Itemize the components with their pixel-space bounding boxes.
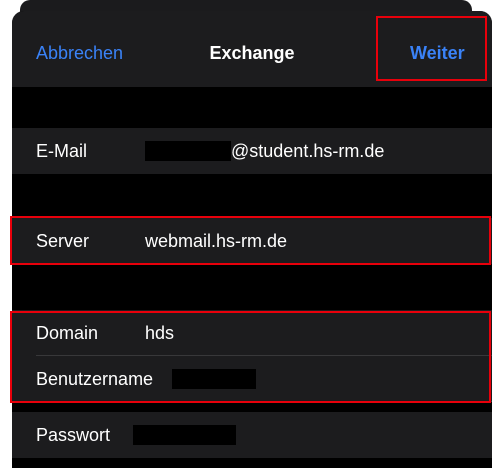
server-value: webmail.hs-rm.de: [145, 231, 288, 251]
username-redaction: [172, 369, 256, 389]
navigation-bar: Abbrechen Exchange Weiter: [12, 11, 492, 87]
next-button[interactable]: Weiter: [410, 43, 465, 64]
username-field[interactable]: Benutzername: [12, 356, 492, 402]
password-label: Passwort: [36, 425, 111, 445]
row-divider: [36, 401, 492, 402]
email-field[interactable]: E-Mail @student.hs-rm.de: [12, 128, 492, 174]
password-field[interactable]: Passwort: [12, 412, 492, 458]
domain-value: hds: [145, 323, 175, 343]
screen: Abbrechen Exchange Weiter E-Mail @studen…: [0, 0, 492, 468]
exchange-account-sheet: Abbrechen Exchange Weiter E-Mail @studen…: [12, 11, 492, 468]
domain-field[interactable]: Domain hds: [12, 310, 492, 356]
server-label: Server: [36, 231, 90, 251]
email-username-redaction: [145, 141, 231, 161]
username-label: Benutzername: [36, 369, 154, 389]
email-label: E-Mail: [36, 141, 88, 161]
domain-label: Domain: [36, 323, 99, 343]
server-field[interactable]: Server webmail.hs-rm.de: [12, 218, 492, 264]
password-redaction: [133, 425, 236, 445]
email-domain-text: @student.hs-rm.de: [231, 141, 385, 161]
